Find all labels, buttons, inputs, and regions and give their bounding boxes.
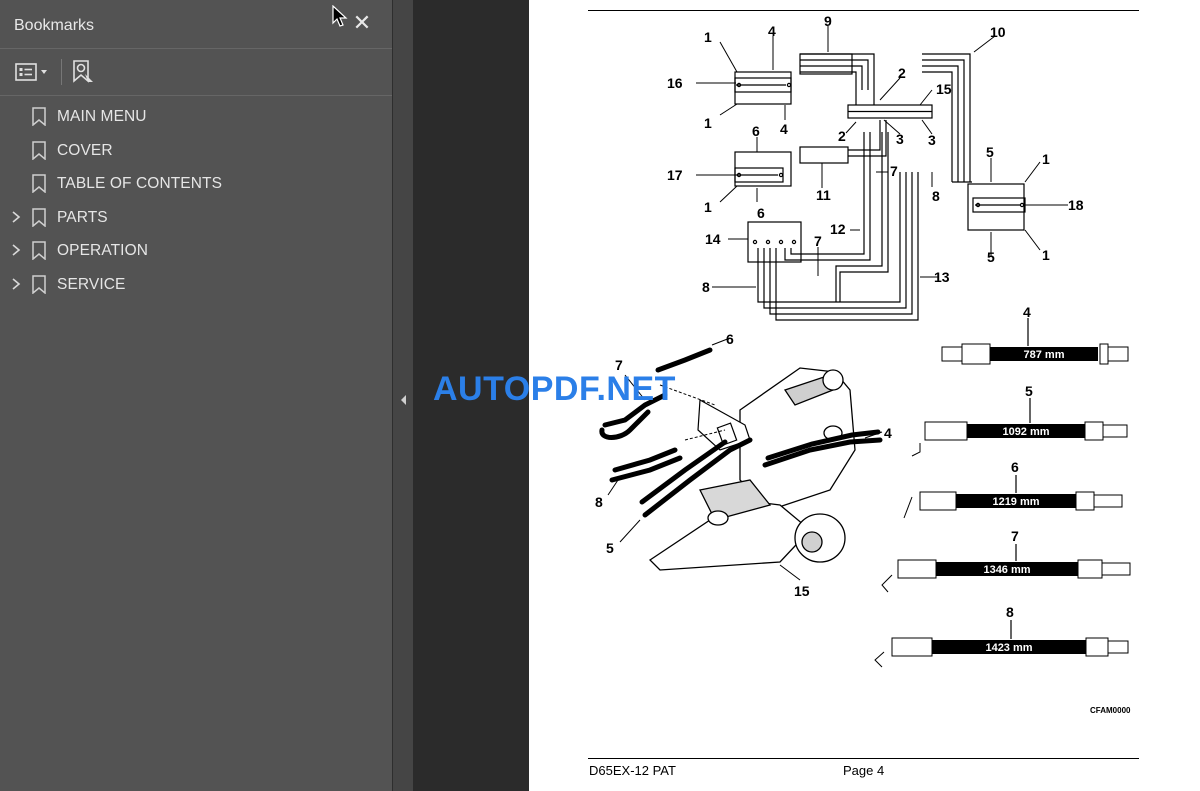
bookmark-icon <box>32 174 46 193</box>
callout: 4 <box>884 425 892 441</box>
hose-length: 1346 mm <box>983 564 1030 576</box>
callout: 15 <box>936 81 952 97</box>
callout: 5 <box>606 540 614 556</box>
callout: 12 <box>830 221 846 237</box>
panel-collapse-handle[interactable] <box>392 0 413 791</box>
callout: 4 <box>768 23 776 39</box>
footer-model: D65EX-12 PAT <box>589 763 676 778</box>
bookmark-icon <box>32 274 46 294</box>
callout: 9 <box>824 13 832 29</box>
bookmark-cover[interactable]: COVER <box>0 134 392 168</box>
bookmark-label: OPERATION <box>57 242 149 259</box>
bookmark-label: COVER <box>57 141 113 159</box>
page-header-rule <box>588 10 1139 11</box>
callout: 17 <box>667 167 683 183</box>
mouse-cursor-icon <box>332 5 348 27</box>
watermark-text: AUTOPDF.NET <box>433 370 676 408</box>
callout: 7 <box>814 233 822 249</box>
callout: 6 <box>752 123 760 139</box>
hose-number: 5 <box>1025 383 1033 399</box>
panel-title: Bookmarks <box>14 17 95 34</box>
callout: 1 <box>1042 151 1050 167</box>
bookmark-icon <box>32 140 46 160</box>
hose-length: 1092 mm <box>1002 426 1049 438</box>
callout: 1 <box>704 29 712 45</box>
callout: 1 <box>704 199 712 215</box>
bookmark-label: TABLE OF CONTENTS <box>57 175 223 192</box>
callout: 2 <box>898 65 906 81</box>
callout: 3 <box>896 131 904 147</box>
callout: 3 <box>928 132 936 148</box>
hose-list: 4 5 6 7 8 787 mm 1092 mm 1219 mm 1346 mm… <box>874 304 1131 668</box>
callout: 13 <box>934 269 950 285</box>
bookmarks-panel: Bookmarks ✕ MAIN MENU COVER TABLE OF CON… <box>0 0 392 791</box>
chevron-left-icon[interactable] <box>399 393 407 407</box>
bookmark-label: MAIN MENU <box>57 108 147 125</box>
callout: 1 <box>1042 247 1050 263</box>
bookmark-options-button[interactable] <box>14 59 52 85</box>
bookmark-icon <box>32 107 46 126</box>
callout: 8 <box>702 279 710 295</box>
callout: 18 <box>1068 197 1084 213</box>
bookmark-icon <box>32 241 46 260</box>
callout: 5 <box>986 144 994 160</box>
figure-code: CFAM0000 <box>1090 706 1131 715</box>
bookmark-search-icon <box>73 60 93 83</box>
footer-page-number: Page 4 <box>843 763 885 778</box>
bookmark-icon <box>32 207 46 227</box>
close-icon[interactable]: ✕ <box>352 12 372 34</box>
callout: 6 <box>757 205 765 221</box>
bookmark-list: MAIN MENU COVER TABLE OF CONTENTS PARTS … <box>0 100 392 301</box>
bookmark-label: SERVICE <box>57 275 126 293</box>
chevron-right-icon[interactable] <box>10 210 22 224</box>
hose-length: 787 mm <box>1024 349 1065 361</box>
callout: 4 <box>780 121 788 137</box>
hose-number: 6 <box>1011 459 1019 475</box>
bookmark-operation[interactable]: OPERATION <box>0 234 392 268</box>
callout: 11 <box>816 187 831 203</box>
callout: 6 <box>726 331 734 347</box>
bookmark-parts[interactable]: PARTS <box>0 201 392 235</box>
bookmark-label: PARTS <box>57 208 108 226</box>
hose-number: 7 <box>1011 528 1019 544</box>
hose-number: 4 <box>1023 304 1031 320</box>
bookmark-service[interactable]: SERVICE <box>0 268 392 302</box>
hose-number: 8 <box>1006 604 1014 620</box>
callout: 8 <box>932 188 940 204</box>
bookmark-main-menu[interactable]: MAIN MENU <box>0 100 392 134</box>
schematic-callouts: 1 4 9 10 16 2 15 1 4 2 3 3 6 5 1 17 7 8 … <box>667 13 1084 295</box>
bookmark-table-of-contents[interactable]: TABLE OF CONTENTS <box>0 167 392 201</box>
hose-length: 1423 mm <box>985 642 1032 654</box>
chevron-right-icon[interactable] <box>10 277 22 291</box>
bookmarks-toolbar <box>0 49 392 96</box>
page-footer-rule <box>588 758 1139 759</box>
hose-length: 1219 mm <box>992 496 1039 508</box>
chevron-right-icon[interactable] <box>10 243 22 257</box>
callout: 15 <box>794 583 810 599</box>
callout: 8 <box>595 494 603 510</box>
callout: 2 <box>838 128 846 144</box>
hydraulic-schematic: 1 4 9 10 16 2 15 1 4 2 3 3 6 5 1 17 7 8 … <box>667 13 1084 321</box>
chevron-down-icon <box>41 70 47 74</box>
callout: 14 <box>705 231 721 247</box>
list-options-icon <box>15 63 47 81</box>
callout: 1 <box>704 115 712 131</box>
callout: 16 <box>667 75 683 91</box>
callout: 7 <box>890 163 898 179</box>
find-bookmark-button[interactable] <box>71 59 97 85</box>
toolbar-divider <box>61 59 62 85</box>
callout: 5 <box>987 249 995 265</box>
callout: 10 <box>990 24 1006 40</box>
